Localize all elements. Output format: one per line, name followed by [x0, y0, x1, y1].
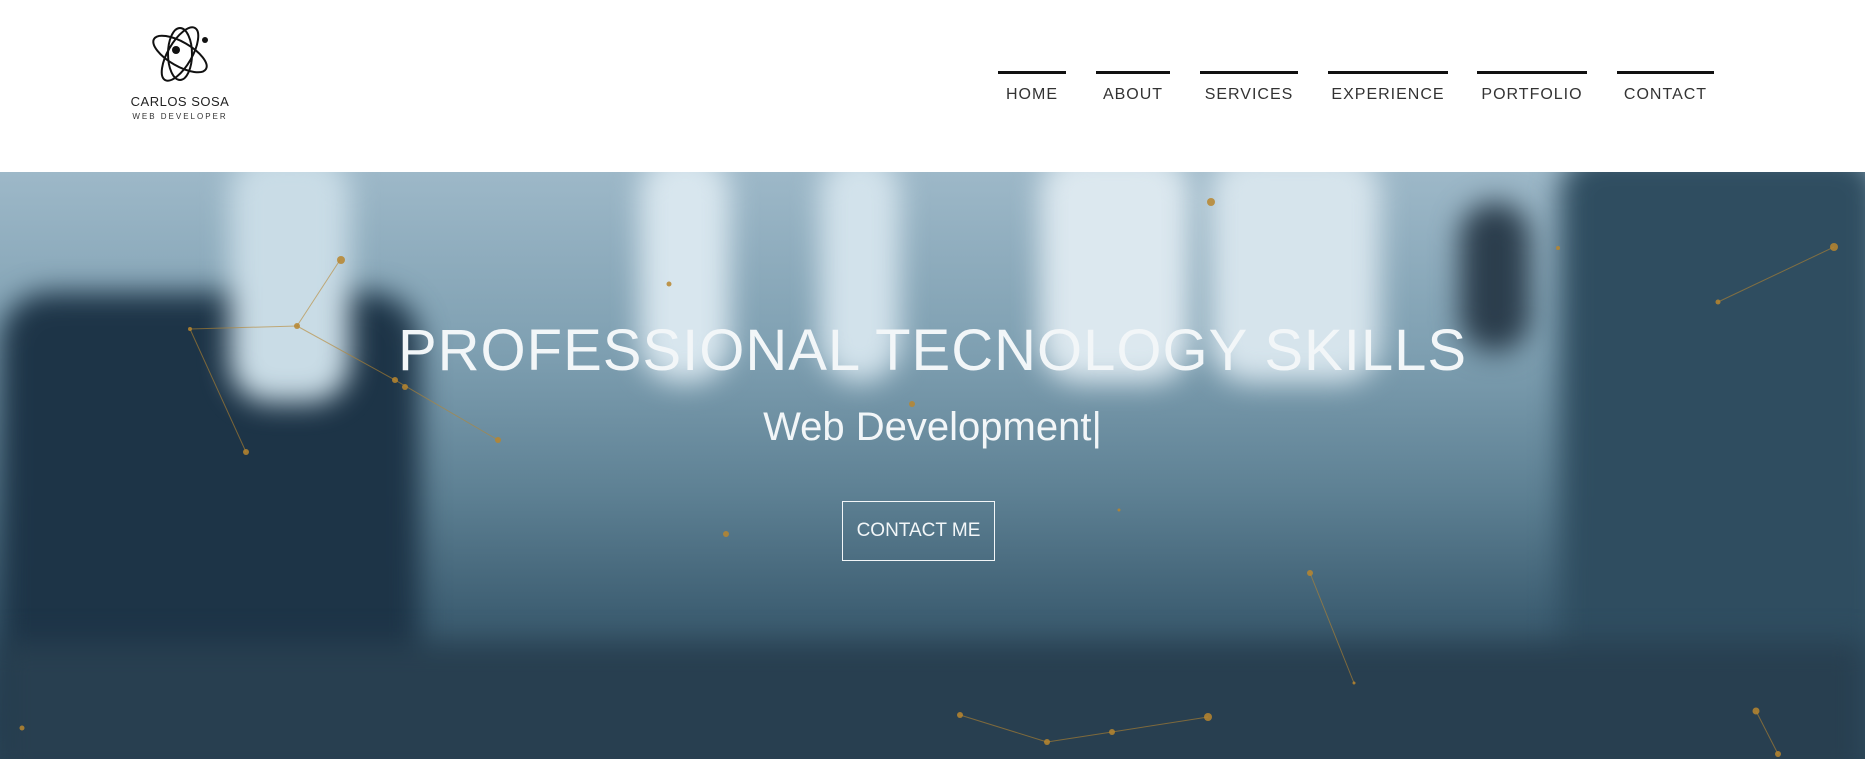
main-nav: HOME ABOUT SERVICES EXPERIENCE PORTFOLIO…	[0, 71, 1865, 111]
site-header: CARLOS SOSA WEB DEVELOPER HOME ABOUT SER…	[0, 0, 1865, 172]
nav-item-experience[interactable]: EXPERIENCE	[1328, 71, 1448, 111]
nav-item-portfolio[interactable]: PORTFOLIO	[1477, 71, 1587, 111]
nav-item-label: ABOUT	[1102, 86, 1164, 103]
contact-me-button[interactable]: CONTACT ME	[842, 501, 995, 561]
hero-title: PROFESSIONAL TECNOLOGY SKILLS	[397, 318, 1468, 383]
nav-item-contact[interactable]: CONTACT	[1617, 71, 1714, 111]
brand-tagline: WEB DEVELOPER	[132, 112, 228, 121]
nav-item-label: EXPERIENCE	[1331, 86, 1445, 103]
nav-item-about[interactable]: ABOUT	[1096, 71, 1170, 111]
hero-section: PROFESSIONAL TECNOLOGY SKILLS Web Develo…	[0, 172, 1865, 759]
hero-subtitle: Web Development|	[763, 405, 1102, 449]
nav-item-label: PORTFOLIO	[1481, 86, 1583, 103]
nav-item-label: CONTACT	[1623, 86, 1708, 103]
nav-item-home[interactable]: HOME	[998, 71, 1066, 111]
nav-item-services[interactable]: SERVICES	[1200, 71, 1298, 111]
nav-item-label: HOME	[1006, 86, 1058, 103]
nav-item-label: SERVICES	[1204, 86, 1294, 103]
network-overlay	[19, 198, 1838, 757]
